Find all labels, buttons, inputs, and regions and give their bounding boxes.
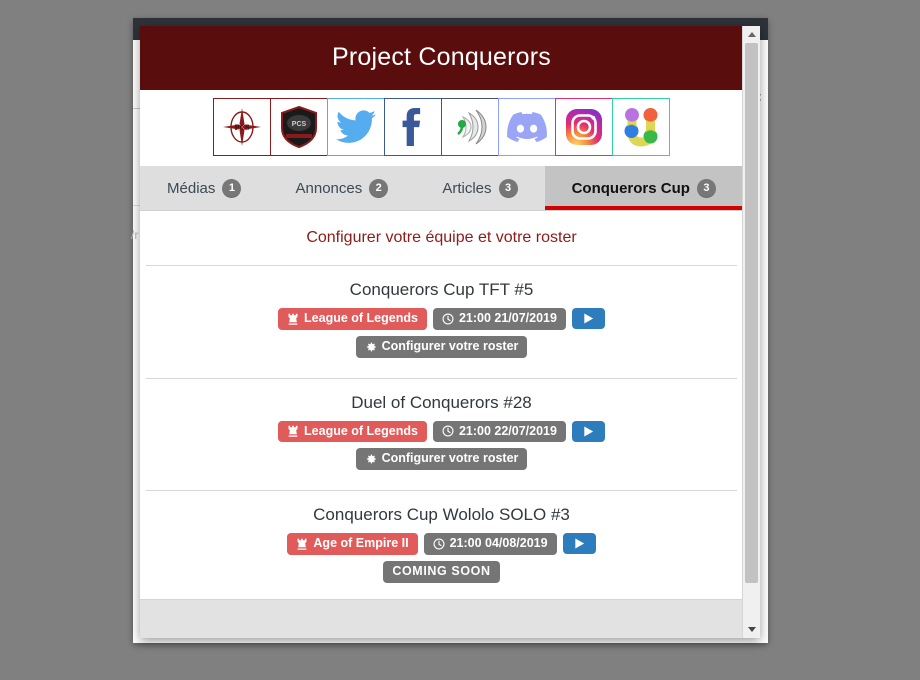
event-datetime-label: 21:00 21/07/2019 xyxy=(458,311,557,325)
event-action-row: COMING SOON xyxy=(150,560,733,583)
play-icon xyxy=(582,312,595,325)
scrollbar-thumb[interactable] xyxy=(745,43,758,583)
event-badge-row: League of Legends 21:00 21/07/2019 xyxy=(150,308,733,330)
tab-conquerors-cup-label: Conquerors Cup xyxy=(571,179,690,197)
configure-team-link[interactable]: Configurer votre équipe et votre roster xyxy=(306,229,576,246)
toornament-icon xyxy=(621,106,661,148)
discord-icon xyxy=(507,111,547,143)
tab-medias[interactable]: Médias 1 xyxy=(140,166,269,210)
event-game-label: Age of Empire II xyxy=(313,536,409,550)
event-title: Duel of Conquerors #28 xyxy=(351,392,532,412)
pcs-logo-icon: PCS xyxy=(221,106,263,148)
event-action-row: Configurer votre roster xyxy=(150,335,733,358)
event-configure-roster-button[interactable]: Configurer votre roster xyxy=(355,335,528,358)
social-link-facebook[interactable] xyxy=(384,98,442,156)
event-configure-roster-button[interactable]: Configurer votre roster xyxy=(355,448,528,470)
event-game-label: League of Legends xyxy=(304,311,418,325)
social-links-bar: PCS PCS xyxy=(140,90,743,166)
event-badge-row: League of Legends 21:00 22/07/2019 xyxy=(150,420,733,443)
background-partial-text-left: /r xyxy=(131,228,139,242)
event-play-button[interactable] xyxy=(571,420,605,442)
chevron-down-icon xyxy=(747,627,756,632)
tab-annonces-label: Annonces xyxy=(295,179,363,197)
pcs-shield-icon: PCS xyxy=(279,106,319,148)
event-configure-roster-label: Configurer votre roster xyxy=(381,338,519,353)
tab-conquerors-cup[interactable]: Conquerors Cup 3 xyxy=(544,166,743,210)
event-coming-soon-badge: COMING SOON xyxy=(383,560,500,583)
tab-annonces-count: 2 xyxy=(369,178,389,198)
instagram-icon xyxy=(564,107,604,147)
play-icon xyxy=(582,425,595,438)
gear-icon xyxy=(365,341,377,353)
event-play-button[interactable] xyxy=(562,533,596,555)
tab-articles-count: 3 xyxy=(498,178,518,198)
social-link-pcs-shield[interactable]: PCS xyxy=(270,98,328,156)
event-game-badge[interactable]: League of Legends xyxy=(278,308,427,330)
event-title: Conquerors Cup TFT #5 xyxy=(349,280,534,299)
event-datetime-badge: 21:00 04/08/2019 xyxy=(423,533,557,555)
chevron-up-icon xyxy=(747,32,756,37)
event-game-label: League of Legends xyxy=(304,423,418,438)
scroll-down-button[interactable] xyxy=(743,621,760,638)
tab-conquerors-cup-count: 3 xyxy=(696,178,716,198)
clock-icon xyxy=(433,538,445,550)
configure-team-row: Configurer votre équipe et votre roster xyxy=(140,211,743,265)
svg-text:PCS: PCS xyxy=(292,121,307,128)
event-card: Conquerors Cup Wololo SOLO #3 Age of Emp… xyxy=(140,491,743,603)
event-title: Conquerors Cup Wololo SOLO #3 xyxy=(313,505,570,524)
event-card: Duel of Conquerors #28 League of Legends… xyxy=(140,379,743,491)
event-datetime-badge: 21:00 21/07/2019 xyxy=(432,308,566,330)
twitter-icon xyxy=(336,110,376,144)
chess-rook-icon xyxy=(296,538,308,550)
event-configure-roster-label: Configurer votre roster xyxy=(381,451,519,466)
tab-medias-label: Médias xyxy=(167,179,216,197)
modal-scrollbar[interactable] xyxy=(742,26,760,638)
tab-articles-label: Articles xyxy=(442,179,492,197)
play-icon xyxy=(573,537,586,550)
tab-panel-conquerors-cup: Configurer votre équipe et votre roster … xyxy=(140,211,743,603)
social-link-twitter[interactable] xyxy=(327,98,385,156)
gear-icon xyxy=(365,453,377,465)
event-action-row: Configurer votre roster xyxy=(150,448,733,470)
event-game-badge[interactable]: League of Legends xyxy=(278,420,427,443)
tab-bar: Médias 1 Annonces 2 Articles 3 Conqueror… xyxy=(140,166,743,211)
event-play-button[interactable] xyxy=(571,308,605,330)
svg-text:PCS: PCS xyxy=(234,123,250,132)
modal-title: Project Conquerors xyxy=(140,26,743,90)
chess-rook-icon xyxy=(287,425,299,438)
tab-annonces[interactable]: Annonces 2 xyxy=(268,166,416,210)
event-badge-row: Age of Empire II 21:00 04/08/2019 xyxy=(150,533,733,555)
social-link-instagram[interactable] xyxy=(555,98,613,156)
tab-articles[interactable]: Articles 3 xyxy=(415,166,545,210)
modal-content-area: Project Conquerors PCS PCS Médias 1 Anno… xyxy=(140,26,743,638)
chess-rook-icon xyxy=(287,313,299,325)
modal-footer xyxy=(140,599,743,638)
tab-medias-count: 1 xyxy=(222,178,242,198)
event-game-badge[interactable]: Age of Empire II xyxy=(287,533,418,555)
clock-icon xyxy=(442,425,454,437)
clock-icon xyxy=(442,313,454,325)
event-datetime-label: 21:00 22/07/2019 xyxy=(458,423,557,438)
teamspeak-icon xyxy=(450,107,490,147)
social-link-pcs-logo[interactable]: PCS xyxy=(213,98,271,156)
social-link-toornament[interactable] xyxy=(612,98,670,156)
event-datetime-badge: 21:00 22/07/2019 xyxy=(432,420,566,443)
scroll-up-button[interactable] xyxy=(743,26,760,43)
social-link-discord[interactable] xyxy=(498,98,556,156)
event-datetime-label: 21:00 04/08/2019 xyxy=(449,536,548,550)
social-link-teamspeak[interactable] xyxy=(441,98,499,156)
conquerors-modal: Project Conquerors PCS PCS Médias 1 Anno… xyxy=(140,26,760,638)
facebook-icon xyxy=(394,106,432,148)
event-card: Conquerors Cup TFT #5 League of Legends … xyxy=(140,266,743,378)
